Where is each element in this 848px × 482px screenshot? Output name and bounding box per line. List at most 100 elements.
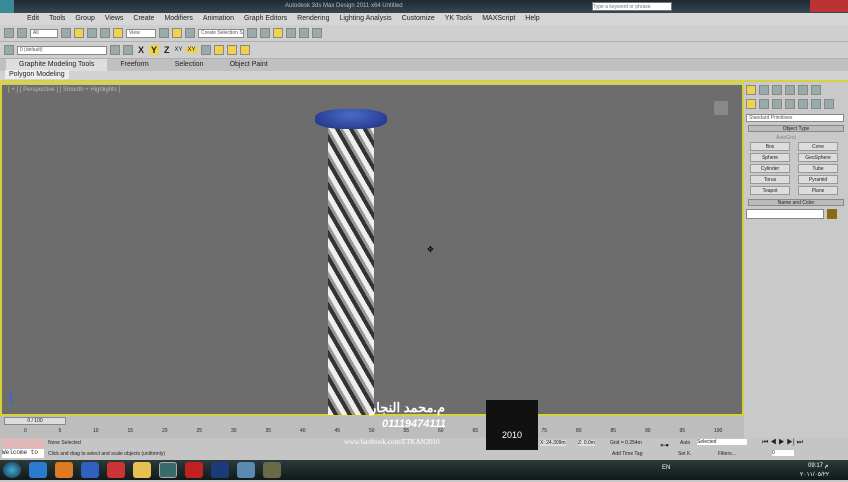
layer-manager-icon[interactable] bbox=[123, 45, 133, 55]
z-coordinate[interactable]: Z: 0.0m bbox=[578, 440, 595, 446]
torus-button[interactable]: Torus bbox=[750, 175, 790, 184]
helpers-icon[interactable] bbox=[798, 99, 808, 109]
snap-toggle-icon[interactable] bbox=[200, 45, 211, 55]
render-setup-icon[interactable] bbox=[299, 28, 309, 38]
material-editor-icon[interactable] bbox=[286, 28, 296, 38]
shapes-icon[interactable] bbox=[759, 99, 769, 109]
percent-snap-icon[interactable] bbox=[185, 28, 195, 38]
clock-date[interactable]: ٢٠١١/٠٥/٢٢ bbox=[800, 471, 829, 478]
geometry-icon[interactable] bbox=[746, 99, 756, 109]
menu-graph-editors[interactable]: Graph Editors bbox=[239, 13, 292, 25]
hierarchy-tab-icon[interactable] bbox=[772, 85, 782, 95]
timeline[interactable]: 0 / 100 0 5 10 15 20 25 30 35 40 45 50 55 60 65 70 75 80… bbox=[0, 416, 744, 438]
explorer-icon[interactable] bbox=[132, 462, 151, 478]
archive-icon[interactable] bbox=[262, 462, 281, 478]
menu-maxscript[interactable]: MAXScript bbox=[477, 13, 520, 25]
viewport-label[interactable]: [ + ] [ Perspective ] [ Smooth + Highlig… bbox=[8, 87, 120, 93]
pyramid-button[interactable]: Pyramid bbox=[798, 175, 838, 184]
close-button[interactable] bbox=[810, 0, 848, 12]
menu-customize[interactable]: Customize bbox=[397, 13, 440, 25]
plane-button[interactable]: Plane bbox=[798, 186, 838, 195]
ribbon-panel-polygon-modeling[interactable]: Polygon Modeling bbox=[5, 70, 69, 79]
playback-controls[interactable]: ⏮ ◀ ▶ ▶| ⏭ bbox=[762, 439, 803, 447]
media-player-icon[interactable] bbox=[80, 462, 99, 478]
tab-freeform[interactable]: Freeform bbox=[107, 59, 161, 71]
object-type-rollout[interactable]: Object Type bbox=[748, 125, 844, 132]
geosphere-button[interactable]: GeoSphere bbox=[798, 153, 838, 162]
search-input[interactable] bbox=[592, 2, 672, 11]
tab-selection[interactable]: Selection bbox=[162, 59, 217, 71]
menu-views[interactable]: Views bbox=[100, 13, 129, 25]
render-icon[interactable] bbox=[312, 28, 322, 38]
cone-button[interactable]: Cone bbox=[798, 142, 838, 151]
listener-output[interactable]: Welcome to bbox=[2, 449, 44, 458]
menu-rendering[interactable]: Rendering bbox=[292, 13, 334, 25]
mirror-icon[interactable] bbox=[247, 28, 257, 38]
axis-z[interactable]: Z bbox=[162, 45, 172, 55]
maxscript-mini-listener[interactable] bbox=[2, 439, 44, 448]
ie-icon[interactable] bbox=[28, 462, 47, 478]
scale-icon[interactable] bbox=[113, 28, 123, 38]
language-indicator[interactable]: EN bbox=[662, 465, 670, 471]
utilities-tab-icon[interactable] bbox=[811, 85, 821, 95]
snap-option-icon[interactable] bbox=[239, 45, 250, 55]
selection-filter-dropdown[interactable]: All bbox=[30, 28, 58, 38]
current-frame-field[interactable]: 0 bbox=[772, 450, 794, 456]
firefox-icon[interactable] bbox=[54, 462, 73, 478]
key-icon[interactable]: ⊶ bbox=[660, 440, 669, 451]
menu-animation[interactable]: Animation bbox=[198, 13, 239, 25]
image-viewer-icon[interactable] bbox=[236, 462, 255, 478]
motion-tab-icon[interactable] bbox=[785, 85, 795, 95]
axis-x[interactable]: X bbox=[136, 45, 146, 55]
axis-xy[interactable]: XY bbox=[175, 47, 183, 53]
unlink-icon[interactable] bbox=[17, 28, 27, 38]
menu-help[interactable]: Help bbox=[520, 13, 544, 25]
move-icon[interactable] bbox=[87, 28, 97, 38]
app-logo-icon[interactable] bbox=[0, 0, 14, 13]
layer-icon[interactable] bbox=[4, 45, 14, 55]
layer-add-icon[interactable] bbox=[110, 45, 120, 55]
angle-snap-icon[interactable] bbox=[172, 28, 182, 38]
cameras-icon[interactable] bbox=[785, 99, 795, 109]
menu-edit[interactable]: Edit bbox=[22, 13, 44, 25]
rotate-icon[interactable] bbox=[100, 28, 110, 38]
curve-editor-icon[interactable] bbox=[273, 28, 283, 38]
menu-modifiers[interactable]: Modifiers bbox=[159, 13, 197, 25]
tube-button[interactable]: Tube bbox=[798, 164, 838, 173]
name-and-color-rollout[interactable]: Name and Color bbox=[748, 199, 844, 206]
named-selection-dropdown[interactable]: Create Selection S bbox=[198, 28, 244, 38]
track-bar[interactable]: 0 5 10 15 20 25 30 35 40 45 50 55 60 65 70 75 80 85 90 95 10… bbox=[24, 428, 724, 438]
axis-xy-plane[interactable]: XY bbox=[185, 47, 198, 53]
object-color-swatch[interactable] bbox=[827, 209, 837, 219]
display-tab-icon[interactable] bbox=[798, 85, 808, 95]
modify-tab-icon[interactable] bbox=[759, 85, 769, 95]
sphere-button[interactable]: Sphere bbox=[750, 153, 790, 162]
reference-coord-dropdown[interactable]: View bbox=[126, 28, 156, 38]
snap-icon[interactable] bbox=[159, 28, 169, 38]
auto-key-button[interactable]: Auto bbox=[680, 440, 690, 446]
systems-icon[interactable] bbox=[824, 99, 834, 109]
set-key-button[interactable]: Set K. bbox=[678, 451, 692, 457]
box-button[interactable]: Box bbox=[750, 142, 790, 151]
viewcube-icon[interactable] bbox=[714, 101, 728, 115]
tab-object-paint[interactable]: Object Paint bbox=[217, 59, 281, 71]
perspective-viewport[interactable]: [ + ] [ Perspective ] [ Smooth + Highlig… bbox=[0, 83, 744, 416]
menu-create[interactable]: Create bbox=[128, 13, 159, 25]
snap-option-icon[interactable] bbox=[213, 45, 224, 55]
lights-icon[interactable] bbox=[772, 99, 782, 109]
clock-time[interactable]: 09:17 م bbox=[808, 462, 828, 469]
teapot-button[interactable]: Teapot bbox=[750, 186, 790, 195]
3dsmax-icon[interactable] bbox=[158, 462, 177, 478]
add-time-tag[interactable]: Add Time Tag bbox=[612, 451, 642, 457]
menu-tools[interactable]: Tools bbox=[44, 13, 70, 25]
key-filters-button[interactable]: Filters... bbox=[718, 451, 736, 457]
align-icon[interactable] bbox=[260, 28, 270, 38]
menu-group[interactable]: Group bbox=[70, 13, 99, 25]
menu-yk-tools[interactable]: YK Tools bbox=[440, 13, 478, 25]
window-crossing-icon[interactable] bbox=[74, 28, 84, 38]
spacewarps-icon[interactable] bbox=[811, 99, 821, 109]
link-icon[interactable] bbox=[4, 28, 14, 38]
primitive-type-dropdown[interactable]: Standard Primitives bbox=[746, 114, 844, 122]
select-object-icon[interactable] bbox=[61, 28, 71, 38]
twisted-column[interactable] bbox=[328, 121, 374, 415]
